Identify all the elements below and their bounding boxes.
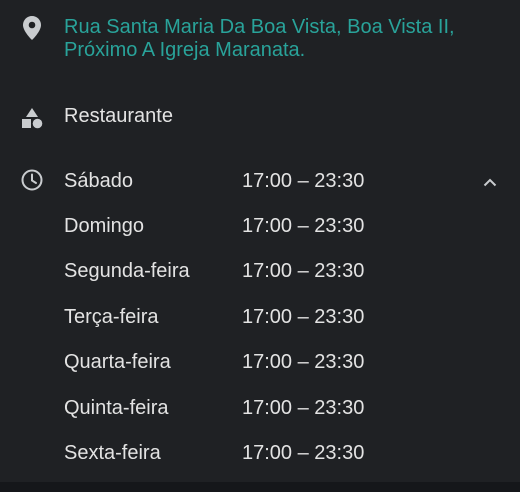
hours-label: 17:00 – 23:30	[242, 397, 365, 419]
hours-label: 17:00 – 23:30	[242, 306, 365, 328]
hours-row: Terça-feira 17:00 – 23:30	[0, 296, 520, 336]
address-row[interactable]: Rua Santa Maria Da Boa Vista, Boa Vista …	[0, 12, 520, 68]
bottom-divider	[0, 482, 520, 492]
day-label: Quinta-feira	[64, 397, 169, 419]
day-label: Terça-feira	[64, 306, 159, 328]
address-text: Rua Santa Maria Da Boa Vista, Boa Vista …	[64, 16, 455, 61]
day-label: Sábado	[64, 170, 133, 192]
day-label: Domingo	[64, 215, 145, 237]
day-label: Quarta-feira	[64, 351, 171, 373]
hours-row[interactable]: Sábado 17:00 – 23:30	[0, 160, 520, 200]
hours-label: 17:00 – 23:30	[242, 351, 365, 373]
category-shapes-icon	[20, 106, 44, 130]
location-pin-icon	[20, 16, 44, 40]
opening-hours: Sábado 17:00 – 23:30 Domingo 17:00 – 23:…	[0, 158, 520, 476]
hours-label: 17:00 – 23:30	[242, 170, 365, 192]
hours-row: Quarta-feira 17:00 – 23:30	[0, 341, 520, 381]
hours-label: 17:00 – 23:30	[242, 215, 365, 237]
hours-row: Segunda-feira 17:00 – 23:30	[0, 250, 520, 290]
hours-row: Sexta-feira 17:00 – 23:30	[0, 432, 520, 472]
hours-row: Domingo 17:00 – 23:30	[0, 205, 520, 245]
category-row: Restaurante	[0, 100, 520, 136]
hours-row: Quinta-feira 17:00 – 23:30	[0, 387, 520, 427]
day-label: Sexta-feira	[64, 442, 161, 464]
day-label: Segunda-feira	[64, 260, 190, 282]
place-details-panel: Rua Santa Maria Da Boa Vista, Boa Vista …	[0, 0, 520, 482]
category-label: Restaurante	[64, 105, 173, 127]
chevron-up-icon[interactable]	[476, 168, 504, 196]
hours-label: 17:00 – 23:30	[242, 260, 365, 282]
hours-label: 17:00 – 23:30	[242, 442, 365, 464]
